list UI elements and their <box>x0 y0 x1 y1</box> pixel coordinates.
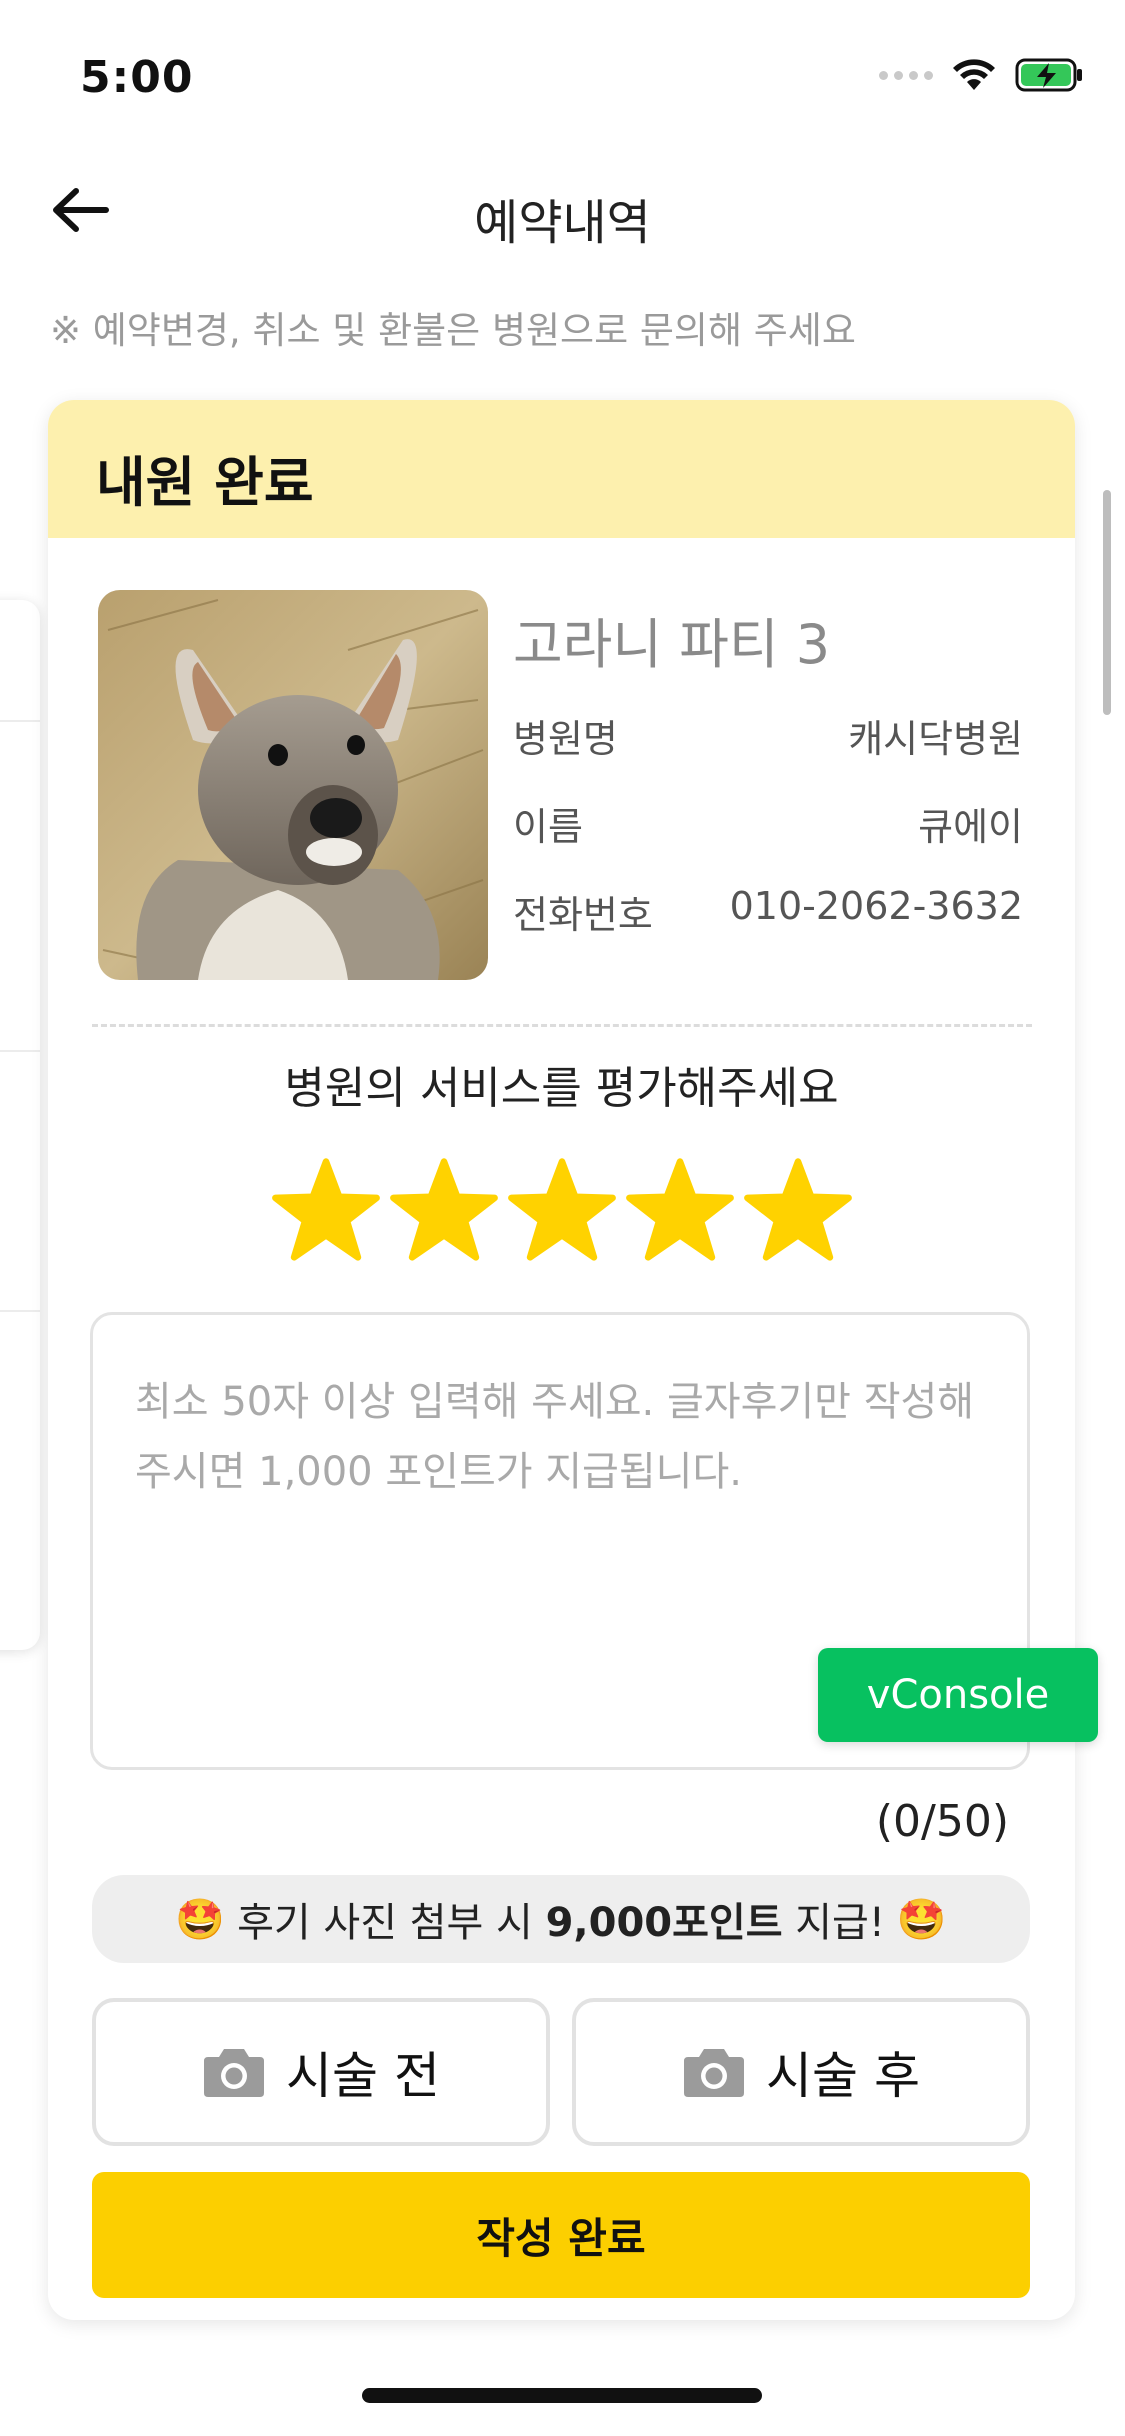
status-icons <box>879 58 1085 92</box>
info-label: 이름 <box>513 805 583 849</box>
vconsole-button[interactable]: vConsole <box>818 1648 1098 1742</box>
reservation-card: 내원 완료 고라니 파티 3 병원명 캐시닥병원 이름 큐에이 전화번호 010… <box>48 400 1075 2320</box>
photo-before-label: 시술 전 <box>286 2047 440 2105</box>
info-value: 010-2062-3632 <box>729 884 1023 928</box>
product-image <box>98 590 488 980</box>
star-icon[interactable] <box>507 1155 617 1265</box>
character-counter: (0/50) <box>875 1796 1009 1847</box>
star-icon[interactable] <box>625 1155 735 1265</box>
photo-bonus-banner: 🤩 후기 사진 첨부 시 9,000포인트 지급! 🤩 <box>92 1875 1030 1963</box>
info-label: 병원명 <box>513 717 618 761</box>
star-icon[interactable] <box>389 1155 499 1265</box>
visit-status-label: 내원 완료 <box>96 451 314 514</box>
photo-after-button[interactable]: 시술 후 <box>572 1998 1030 2146</box>
photo-before-button[interactable]: 시술 전 <box>92 1998 550 2146</box>
star-struck-emoji-icon: 🤩 <box>896 1896 947 1943</box>
background-card-edge <box>0 600 40 1650</box>
star-rating[interactable] <box>48 1155 1075 1265</box>
info-value: 큐에이 <box>918 805 1023 849</box>
info-row-hospital: 병원명 캐시닥병원 <box>513 708 1023 763</box>
page-title: 예약내역 <box>474 195 651 251</box>
info-label: 전화번호 <box>513 893 653 937</box>
info-row-name: 이름 큐에이 <box>513 796 1023 851</box>
info-value: 캐시닥병원 <box>848 717 1023 761</box>
notice-text: ※ 예약변경, 취소 및 환불은 병원으로 문의해 주세요 <box>50 309 856 352</box>
card-status-header: 내원 완료 <box>48 400 1075 538</box>
divider <box>92 1024 1032 1027</box>
star-icon[interactable] <box>743 1155 853 1265</box>
promo-text: 후기 사진 첨부 시 9,000포인트 지급! <box>237 1900 885 1946</box>
star-icon[interactable] <box>271 1155 381 1265</box>
status-time: 5:00 <box>80 52 194 103</box>
camera-icon <box>204 2049 265 2097</box>
submit-review-button[interactable]: 작성 완료 <box>92 2172 1030 2298</box>
star-struck-emoji-icon: 🤩 <box>175 1896 226 1943</box>
home-indicator[interactable] <box>362 2388 762 2403</box>
wifi-icon <box>953 59 995 90</box>
scrollbar[interactable] <box>1103 490 1111 715</box>
rating-prompt: 병원의 서비스를 평가해주세요 <box>284 1063 839 1114</box>
camera-icon <box>684 2049 745 2097</box>
product-name: 고라니 파티 3 <box>513 613 831 676</box>
photo-after-label: 시술 후 <box>766 2047 920 2105</box>
signal-dots-icon <box>879 70 933 80</box>
info-row-phone: 전화번호 010-2062-3632 <box>513 884 1023 939</box>
battery-charging-icon <box>1015 58 1082 92</box>
